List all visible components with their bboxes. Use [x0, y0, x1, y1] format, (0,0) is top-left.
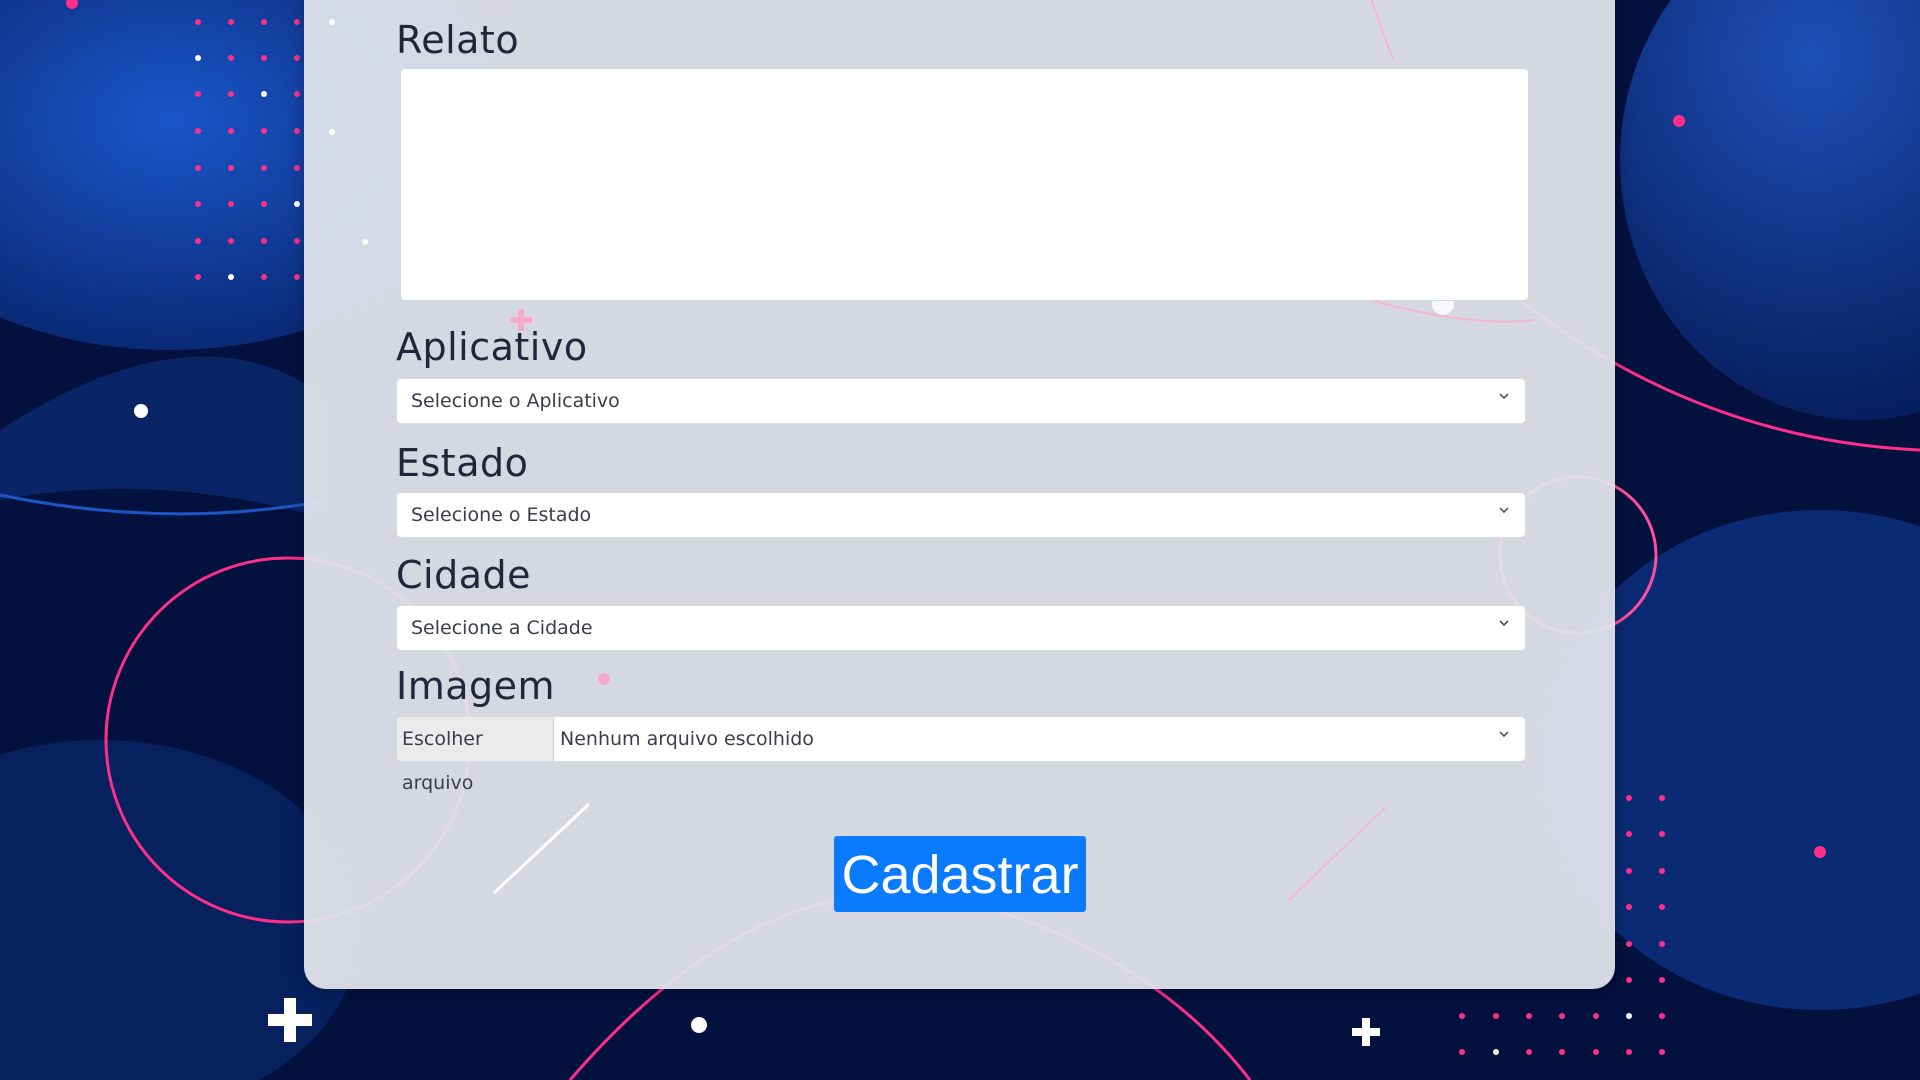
app-select[interactable]: Selecione o Aplicativo	[396, 378, 1526, 424]
chevron-down-icon	[1499, 507, 1509, 514]
state-select-value: Selecione o Estado	[411, 504, 592, 526]
chevron-down-icon	[1499, 731, 1509, 738]
city-select[interactable]: Selecione a Cidade	[396, 605, 1526, 651]
file-status-text: Nenhum arquivo escolhido	[560, 728, 814, 750]
report-label: Relato	[396, 18, 520, 62]
choose-file-button[interactable]: Escolher arquivo	[397, 717, 554, 794]
city-label: Cidade	[396, 553, 531, 597]
report-textarea[interactable]	[400, 68, 1529, 301]
app-label: Aplicativo	[396, 325, 588, 369]
state-label: Estado	[396, 441, 529, 485]
chevron-down-icon	[1499, 393, 1509, 400]
app-select-value: Selecione o Aplicativo	[411, 390, 620, 412]
image-file-input[interactable]: Escolher arquivo Nenhum arquivo escolhid…	[396, 716, 1526, 794]
state-select[interactable]: Selecione o Estado	[396, 492, 1526, 538]
submit-button[interactable]: Cadastrar	[834, 836, 1086, 912]
city-select-value: Selecione a Cidade	[411, 617, 593, 639]
chevron-down-icon	[1499, 620, 1509, 627]
image-label: Imagem	[396, 664, 556, 708]
